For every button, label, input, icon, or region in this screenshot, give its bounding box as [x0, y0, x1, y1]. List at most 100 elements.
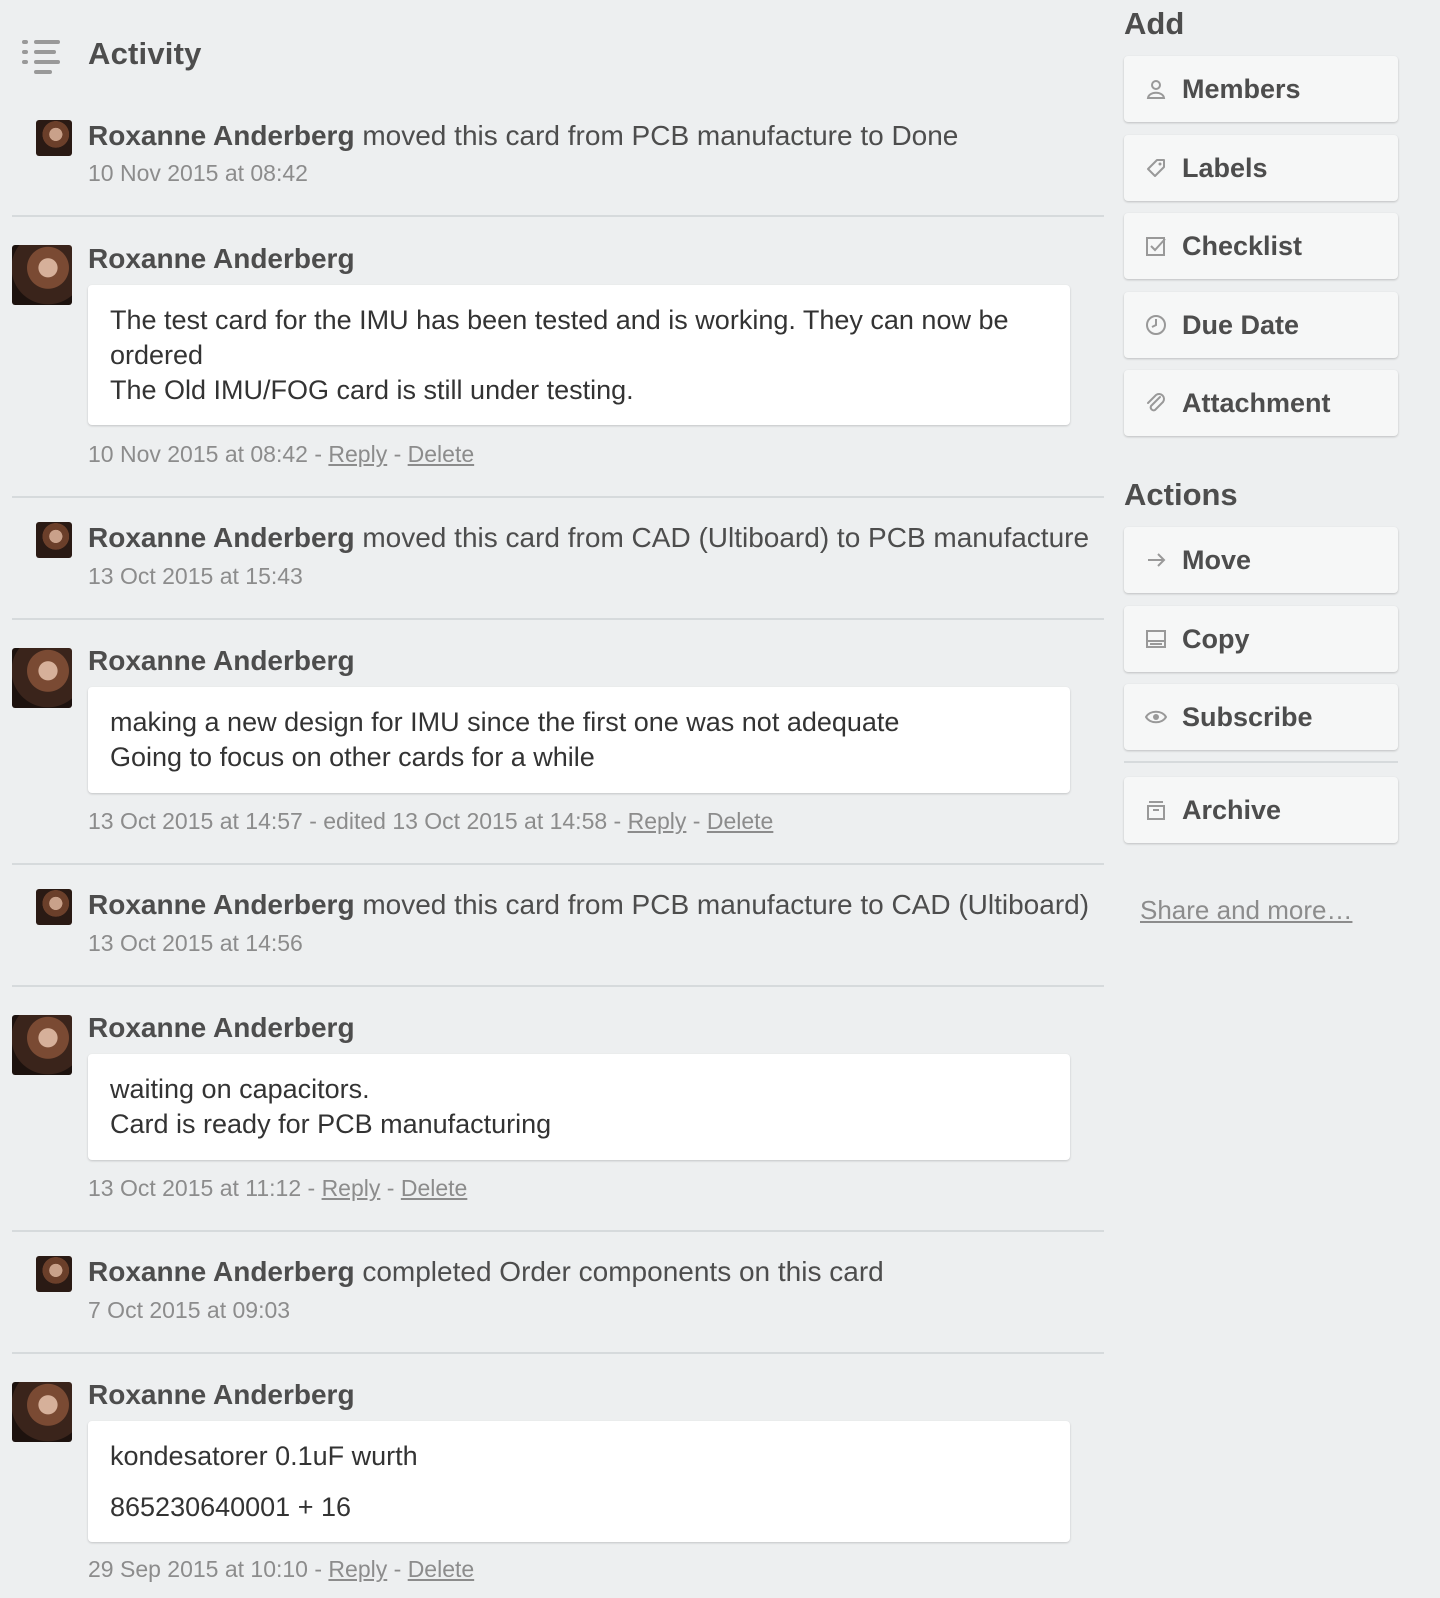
- activity-action: Roxanne Anderberg completed Order compon…: [88, 1256, 884, 1288]
- comment-author: Roxanne Anderberg: [88, 1379, 355, 1411]
- avatar[interactable]: [36, 522, 72, 558]
- copy-button[interactable]: Copy: [1124, 606, 1398, 672]
- share-and-more-link[interactable]: Share and more…: [1140, 895, 1352, 926]
- author-name[interactable]: Roxanne Anderberg: [88, 889, 355, 920]
- comment-author: Roxanne Anderberg: [88, 645, 355, 677]
- avatar[interactable]: [12, 648, 72, 708]
- action-text: moved this card from CAD (Ultiboard) to …: [354, 522, 1090, 553]
- author-name[interactable]: Roxanne Anderberg: [88, 1256, 355, 1287]
- timestamp[interactable]: 29 Sep 2015 at 10:10 -: [88, 1556, 328, 1582]
- avatar[interactable]: [36, 889, 72, 925]
- attachment-button[interactable]: Attachment: [1124, 370, 1398, 436]
- activity-action: Roxanne Anderberg moved this card from P…: [88, 120, 958, 152]
- archive-icon: [1144, 798, 1168, 822]
- divider: [12, 496, 1104, 498]
- due-date-label: Due Date: [1182, 309, 1300, 340]
- timestamp[interactable]: 10 Nov 2015 at 08:42 -: [88, 441, 328, 467]
- divider: [12, 618, 1104, 620]
- labels-label: Labels: [1182, 152, 1268, 183]
- archive-label: Archive: [1182, 794, 1282, 825]
- meta-separator: -: [686, 808, 707, 834]
- comment-meta: 13 Oct 2015 at 11:12 - Reply - Delete: [88, 1175, 467, 1202]
- comment-line: 865230640001 + 16: [110, 1492, 351, 1522]
- author-name[interactable]: Roxanne Anderberg: [88, 522, 355, 553]
- clock-icon: [1144, 313, 1168, 337]
- comment-meta: 29 Sep 2015 at 10:10 - Reply - Delete: [88, 1556, 474, 1583]
- subscribe-button[interactable]: Subscribe: [1124, 684, 1398, 750]
- delete-link[interactable]: Delete: [408, 441, 474, 467]
- activity-header: Activity: [22, 30, 202, 78]
- author-name[interactable]: Roxanne Anderberg: [88, 1379, 355, 1410]
- actions-heading: Actions: [1124, 477, 1238, 512]
- due-date-button[interactable]: Due Date: [1124, 292, 1398, 358]
- comment-meta: 13 Oct 2015 at 14:57 - edited 13 Oct 201…: [88, 808, 773, 835]
- add-heading: Add: [1124, 6, 1185, 41]
- comment-body: making a new design for IMU since the fi…: [88, 687, 1070, 793]
- eye-icon: [1144, 705, 1168, 729]
- avatar[interactable]: [12, 1382, 72, 1442]
- move-button[interactable]: Move: [1124, 527, 1398, 593]
- comment-author: Roxanne Anderberg: [88, 243, 355, 275]
- divider: [12, 863, 1104, 865]
- reply-link[interactable]: Reply: [328, 441, 387, 467]
- checklist-button[interactable]: Checklist: [1124, 213, 1398, 279]
- comment-line: The test card for the IMU has been teste…: [110, 305, 1009, 335]
- checklist-label: Checklist: [1182, 230, 1303, 261]
- arrow-right-icon: [1144, 548, 1168, 572]
- comment-line: waiting on capacitors.: [110, 1074, 370, 1104]
- comment-body: kondesatorer 0.1uF wurth 865230640001 + …: [88, 1421, 1070, 1542]
- divider: [12, 1230, 1104, 1232]
- author-name[interactable]: Roxanne Anderberg: [88, 243, 355, 274]
- action-text: moved this card from PCB manufacture to …: [354, 889, 1090, 920]
- reply-link[interactable]: Reply: [328, 1556, 387, 1582]
- divider: [12, 1352, 1104, 1354]
- delete-link[interactable]: Delete: [401, 1175, 467, 1201]
- labels-button[interactable]: Labels: [1124, 135, 1398, 201]
- members-button[interactable]: Members: [1124, 56, 1398, 122]
- activity-list-icon: [22, 36, 64, 74]
- person-icon: [1144, 77, 1168, 101]
- comment-meta: 10 Nov 2015 at 08:42 - Reply - Delete: [88, 441, 474, 468]
- comment-line: The Old IMU/FOG card is still under test…: [110, 375, 634, 405]
- activity-action: Roxanne Anderberg moved this card from P…: [88, 889, 1089, 921]
- timestamp[interactable]: 13 Oct 2015 at 14:56: [88, 930, 303, 957]
- avatar[interactable]: [12, 1015, 72, 1075]
- timestamp[interactable]: 7 Oct 2015 at 09:03: [88, 1297, 290, 1324]
- tag-icon: [1144, 156, 1168, 180]
- archive-button[interactable]: Archive: [1124, 777, 1398, 843]
- comment-line: making a new design for IMU since the fi…: [110, 707, 900, 737]
- reply-link[interactable]: Reply: [628, 808, 687, 834]
- card-detail-page: Activity Roxanne Anderberg moved this ca…: [0, 0, 1440, 1598]
- timestamp[interactable]: 13 Oct 2015 at 15:43: [88, 563, 303, 590]
- author-name[interactable]: Roxanne Anderberg: [88, 1012, 355, 1043]
- members-label: Members: [1182, 73, 1301, 104]
- avatar[interactable]: [36, 1256, 72, 1292]
- copy-icon: [1144, 627, 1168, 651]
- timestamp[interactable]: 13 Oct 2015 at 11:12 -: [88, 1175, 322, 1201]
- comment-line: Going to focus on other cards for a whil…: [110, 742, 595, 772]
- copy-label: Copy: [1182, 623, 1250, 654]
- meta-separator: -: [380, 1175, 401, 1201]
- comment-body: waiting on capacitors. Card is ready for…: [88, 1054, 1070, 1160]
- timestamp[interactable]: 10 Nov 2015 at 08:42: [88, 160, 308, 187]
- move-label: Move: [1182, 544, 1252, 575]
- avatar[interactable]: [36, 120, 72, 156]
- delete-link[interactable]: Delete: [707, 808, 773, 834]
- action-text: completed Order components on this card: [354, 1256, 884, 1287]
- comment-body: The test card for the IMU has been teste…: [88, 285, 1070, 425]
- comment-author: Roxanne Anderberg: [88, 1012, 355, 1044]
- activity-action: Roxanne Anderberg moved this card from C…: [88, 522, 1089, 554]
- comment-line: Card is ready for PCB manufacturing: [110, 1109, 552, 1139]
- meta-separator: -: [387, 441, 408, 467]
- paperclip-icon: [1144, 391, 1168, 415]
- subscribe-label: Subscribe: [1182, 701, 1313, 732]
- delete-link[interactable]: Delete: [408, 1556, 474, 1582]
- author-name[interactable]: Roxanne Anderberg: [88, 120, 355, 151]
- reply-link[interactable]: Reply: [322, 1175, 381, 1201]
- activity-title: Activity: [88, 36, 202, 71]
- comment-line: ordered: [110, 340, 204, 370]
- timestamp[interactable]: 13 Oct 2015 at 14:57 - edited 13 Oct 201…: [88, 808, 628, 834]
- author-name[interactable]: Roxanne Anderberg: [88, 645, 355, 676]
- checkbox-icon: [1144, 234, 1168, 258]
- avatar[interactable]: [12, 245, 72, 305]
